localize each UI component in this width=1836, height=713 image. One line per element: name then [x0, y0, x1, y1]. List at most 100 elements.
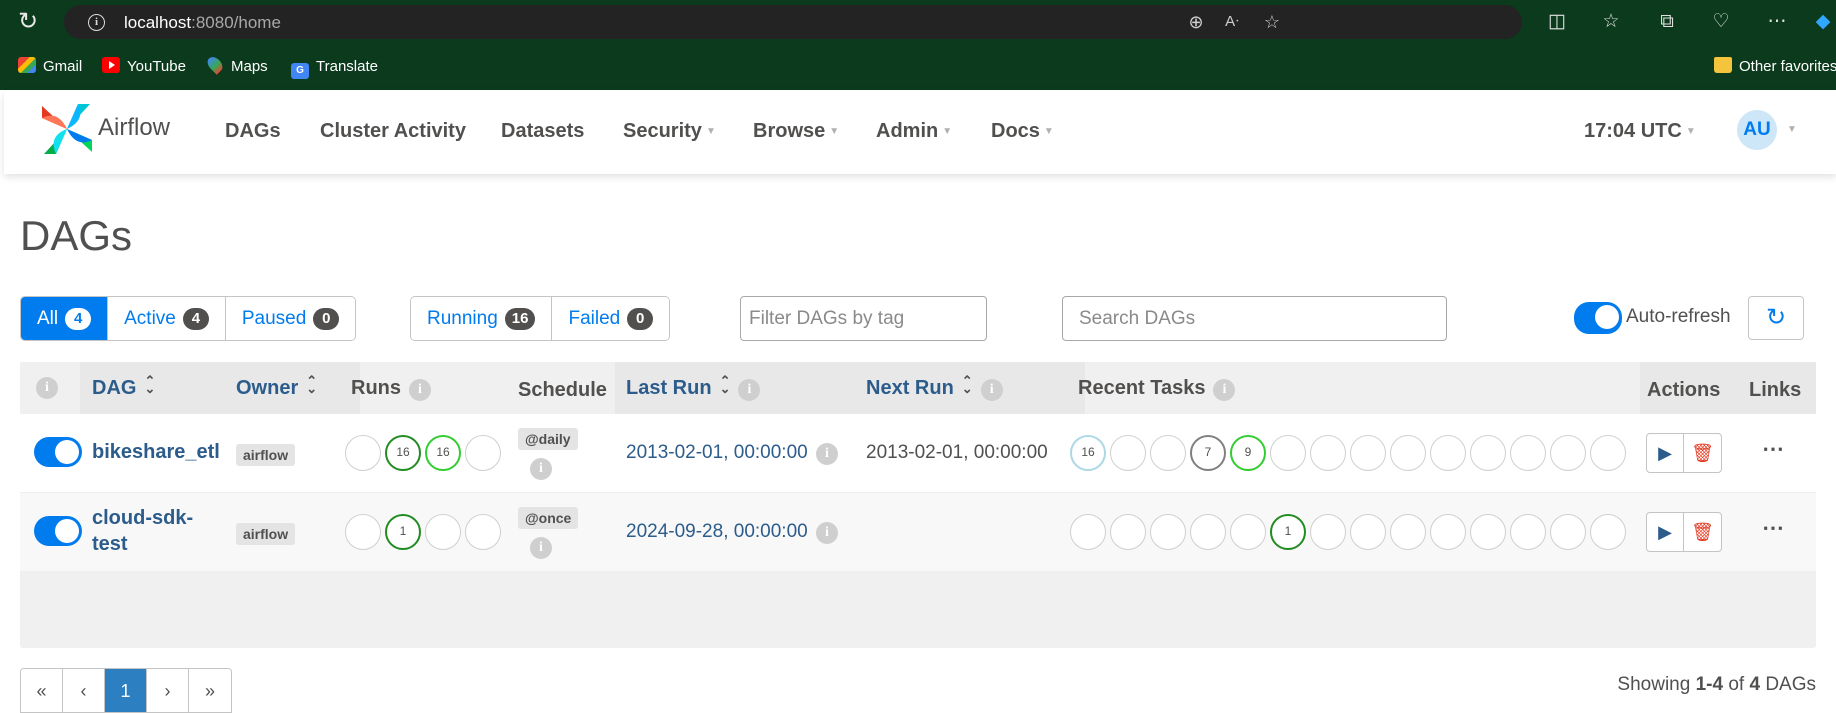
dag-id-link[interactable]: bikeshare_etl: [92, 441, 220, 464]
owner-tag[interactable]: airflow: [236, 444, 296, 466]
split-screen-icon[interactable]: ◫: [1544, 10, 1570, 34]
run-state-circle[interactable]: [345, 514, 381, 550]
last-run-link[interactable]: 2024-09-28, 00:00:00: [626, 521, 808, 543]
filter-failed[interactable]: Failed 0: [552, 297, 670, 340]
task-state-circle[interactable]: [1510, 514, 1546, 550]
read-aloud-icon[interactable]: Aᐧ: [1220, 11, 1244, 33]
task-state-circle[interactable]: 16: [1070, 435, 1106, 471]
task-state-circle[interactable]: [1430, 514, 1466, 550]
nav-admin[interactable]: Admin ▼: [876, 120, 952, 143]
info-icon[interactable]: i: [816, 443, 838, 465]
bookmark-maps[interactable]: Maps: [204, 54, 268, 78]
col-dag[interactable]: DAG ⌃ ⌄: [92, 374, 155, 400]
run-state-circle[interactable]: 1: [385, 514, 421, 550]
more-menu-icon[interactable]: ⋯: [1764, 10, 1790, 34]
task-state-circle[interactable]: [1470, 435, 1506, 471]
task-state-circle[interactable]: [1470, 514, 1506, 550]
bookmark-translate[interactable]: G Translate: [291, 56, 378, 79]
refresh-button[interactable]: ↻: [1748, 296, 1804, 340]
info-icon[interactable]: i: [980, 379, 1003, 401]
task-state-circle[interactable]: [1550, 514, 1586, 550]
nav-security[interactable]: Security ▼: [623, 120, 716, 143]
page-next-button[interactable]: ›: [147, 669, 189, 712]
favorites-icon[interactable]: ☆: [1598, 10, 1624, 34]
filter-all[interactable]: All 4: [21, 297, 109, 340]
address-bar[interactable]: i localhost:8080/home ⊕ Aᐧ ☆: [64, 5, 1522, 39]
run-state-circle[interactable]: [345, 435, 381, 471]
url-text[interactable]: localhost:8080/home: [124, 13, 281, 33]
task-state-circle[interactable]: [1430, 435, 1466, 471]
col-last-run[interactable]: Last Run ⌃ ⌄ i: [626, 374, 761, 401]
task-state-circle[interactable]: [1150, 514, 1186, 550]
info-icon[interactable]: i: [816, 522, 838, 544]
nav-browse[interactable]: Browse ▼: [753, 120, 839, 143]
task-state-circle[interactable]: [1350, 514, 1386, 550]
task-state-circle[interactable]: [1190, 514, 1226, 550]
info-icon[interactable]: i: [36, 377, 58, 399]
task-state-circle[interactable]: 9: [1230, 435, 1266, 471]
schedule-tag[interactable]: @once: [518, 507, 579, 529]
task-state-circle[interactable]: [1310, 514, 1346, 550]
trigger-dag-button[interactable]: ▶: [1647, 434, 1685, 472]
site-info-icon[interactable]: i: [88, 14, 105, 31]
task-state-circle[interactable]: [1390, 435, 1426, 471]
collections-icon[interactable]: ⧉: [1654, 10, 1680, 34]
page-prev-button[interactable]: ‹: [63, 669, 105, 712]
run-state-circle[interactable]: 16: [385, 435, 421, 471]
run-state-circle[interactable]: [465, 514, 501, 550]
copilot-icon[interactable]: ◆: [1810, 10, 1836, 34]
info-icon[interactable]: i: [1213, 379, 1236, 401]
filter-paused[interactable]: Paused 0: [225, 297, 356, 340]
delete-dag-button[interactable]: 🗑: [1684, 434, 1721, 472]
info-icon[interactable]: i: [530, 537, 552, 559]
zoom-icon[interactable]: ⊕: [1184, 11, 1208, 33]
last-run-link[interactable]: 2013-02-01, 00:00:00: [626, 442, 808, 464]
page-last-button[interactable]: »: [189, 669, 231, 712]
filter-running[interactable]: Running 16: [411, 297, 553, 340]
run-state-circle[interactable]: 16: [425, 435, 461, 471]
brand-link[interactable]: Airflow: [40, 102, 190, 156]
task-state-circle[interactable]: [1070, 514, 1106, 550]
favorite-star-icon[interactable]: ☆: [1260, 11, 1284, 33]
bookmark-gmail[interactable]: Gmail: [18, 56, 82, 78]
links-menu-icon[interactable]: ⋯: [1762, 436, 1784, 462]
task-state-circle[interactable]: [1150, 435, 1186, 471]
nav-docs[interactable]: Docs ▼: [991, 120, 1054, 143]
task-state-circle[interactable]: [1110, 435, 1146, 471]
col-owner[interactable]: Owner ⌃ ⌄: [236, 374, 317, 400]
task-state-circle[interactable]: [1550, 435, 1586, 471]
links-menu-icon[interactable]: ⋯: [1762, 515, 1784, 541]
task-state-circle[interactable]: [1590, 435, 1626, 471]
task-state-circle[interactable]: [1390, 514, 1426, 550]
user-avatar[interactable]: AU: [1737, 110, 1777, 150]
run-state-circle[interactable]: [425, 514, 461, 550]
auto-refresh-toggle[interactable]: [1574, 302, 1622, 334]
nav-dags[interactable]: DAGs: [225, 120, 281, 143]
nav-datasets[interactable]: Datasets: [501, 120, 584, 143]
search-dags-input[interactable]: [1062, 296, 1447, 341]
browser-essentials-icon[interactable]: ♡: [1708, 10, 1734, 34]
task-state-circle[interactable]: [1310, 435, 1346, 471]
reload-icon[interactable]: ↻: [14, 9, 42, 35]
dag-pause-toggle[interactable]: [34, 516, 82, 546]
task-state-circle[interactable]: 1: [1270, 514, 1306, 550]
delete-dag-button[interactable]: 🗑: [1684, 513, 1721, 551]
task-state-circle[interactable]: [1270, 435, 1306, 471]
task-state-circle[interactable]: 7: [1190, 435, 1226, 471]
page-current-button[interactable]: 1: [105, 669, 147, 712]
caret-down-icon[interactable]: ▼: [1787, 124, 1797, 135]
page-first-button[interactable]: «: [21, 669, 63, 712]
timezone-clock[interactable]: 17:04 UTC ▼: [1584, 120, 1696, 143]
bookmark-other-favorites[interactable]: Other favorites: [1714, 56, 1836, 78]
task-state-circle[interactable]: [1110, 514, 1146, 550]
nav-cluster-activity[interactable]: Cluster Activity: [320, 120, 466, 143]
info-icon[interactable]: i: [409, 379, 431, 401]
task-state-circle[interactable]: [1590, 514, 1626, 550]
run-state-circle[interactable]: [465, 435, 501, 471]
col-next-run[interactable]: Next Run ⌃ ⌄ i: [866, 374, 1003, 401]
task-state-circle[interactable]: [1230, 514, 1266, 550]
dag-id-link[interactable]: cloud-sdk-test: [92, 505, 193, 557]
schedule-tag[interactable]: @daily: [518, 428, 578, 450]
task-state-circle[interactable]: [1510, 435, 1546, 471]
owner-tag[interactable]: airflow: [236, 523, 296, 545]
